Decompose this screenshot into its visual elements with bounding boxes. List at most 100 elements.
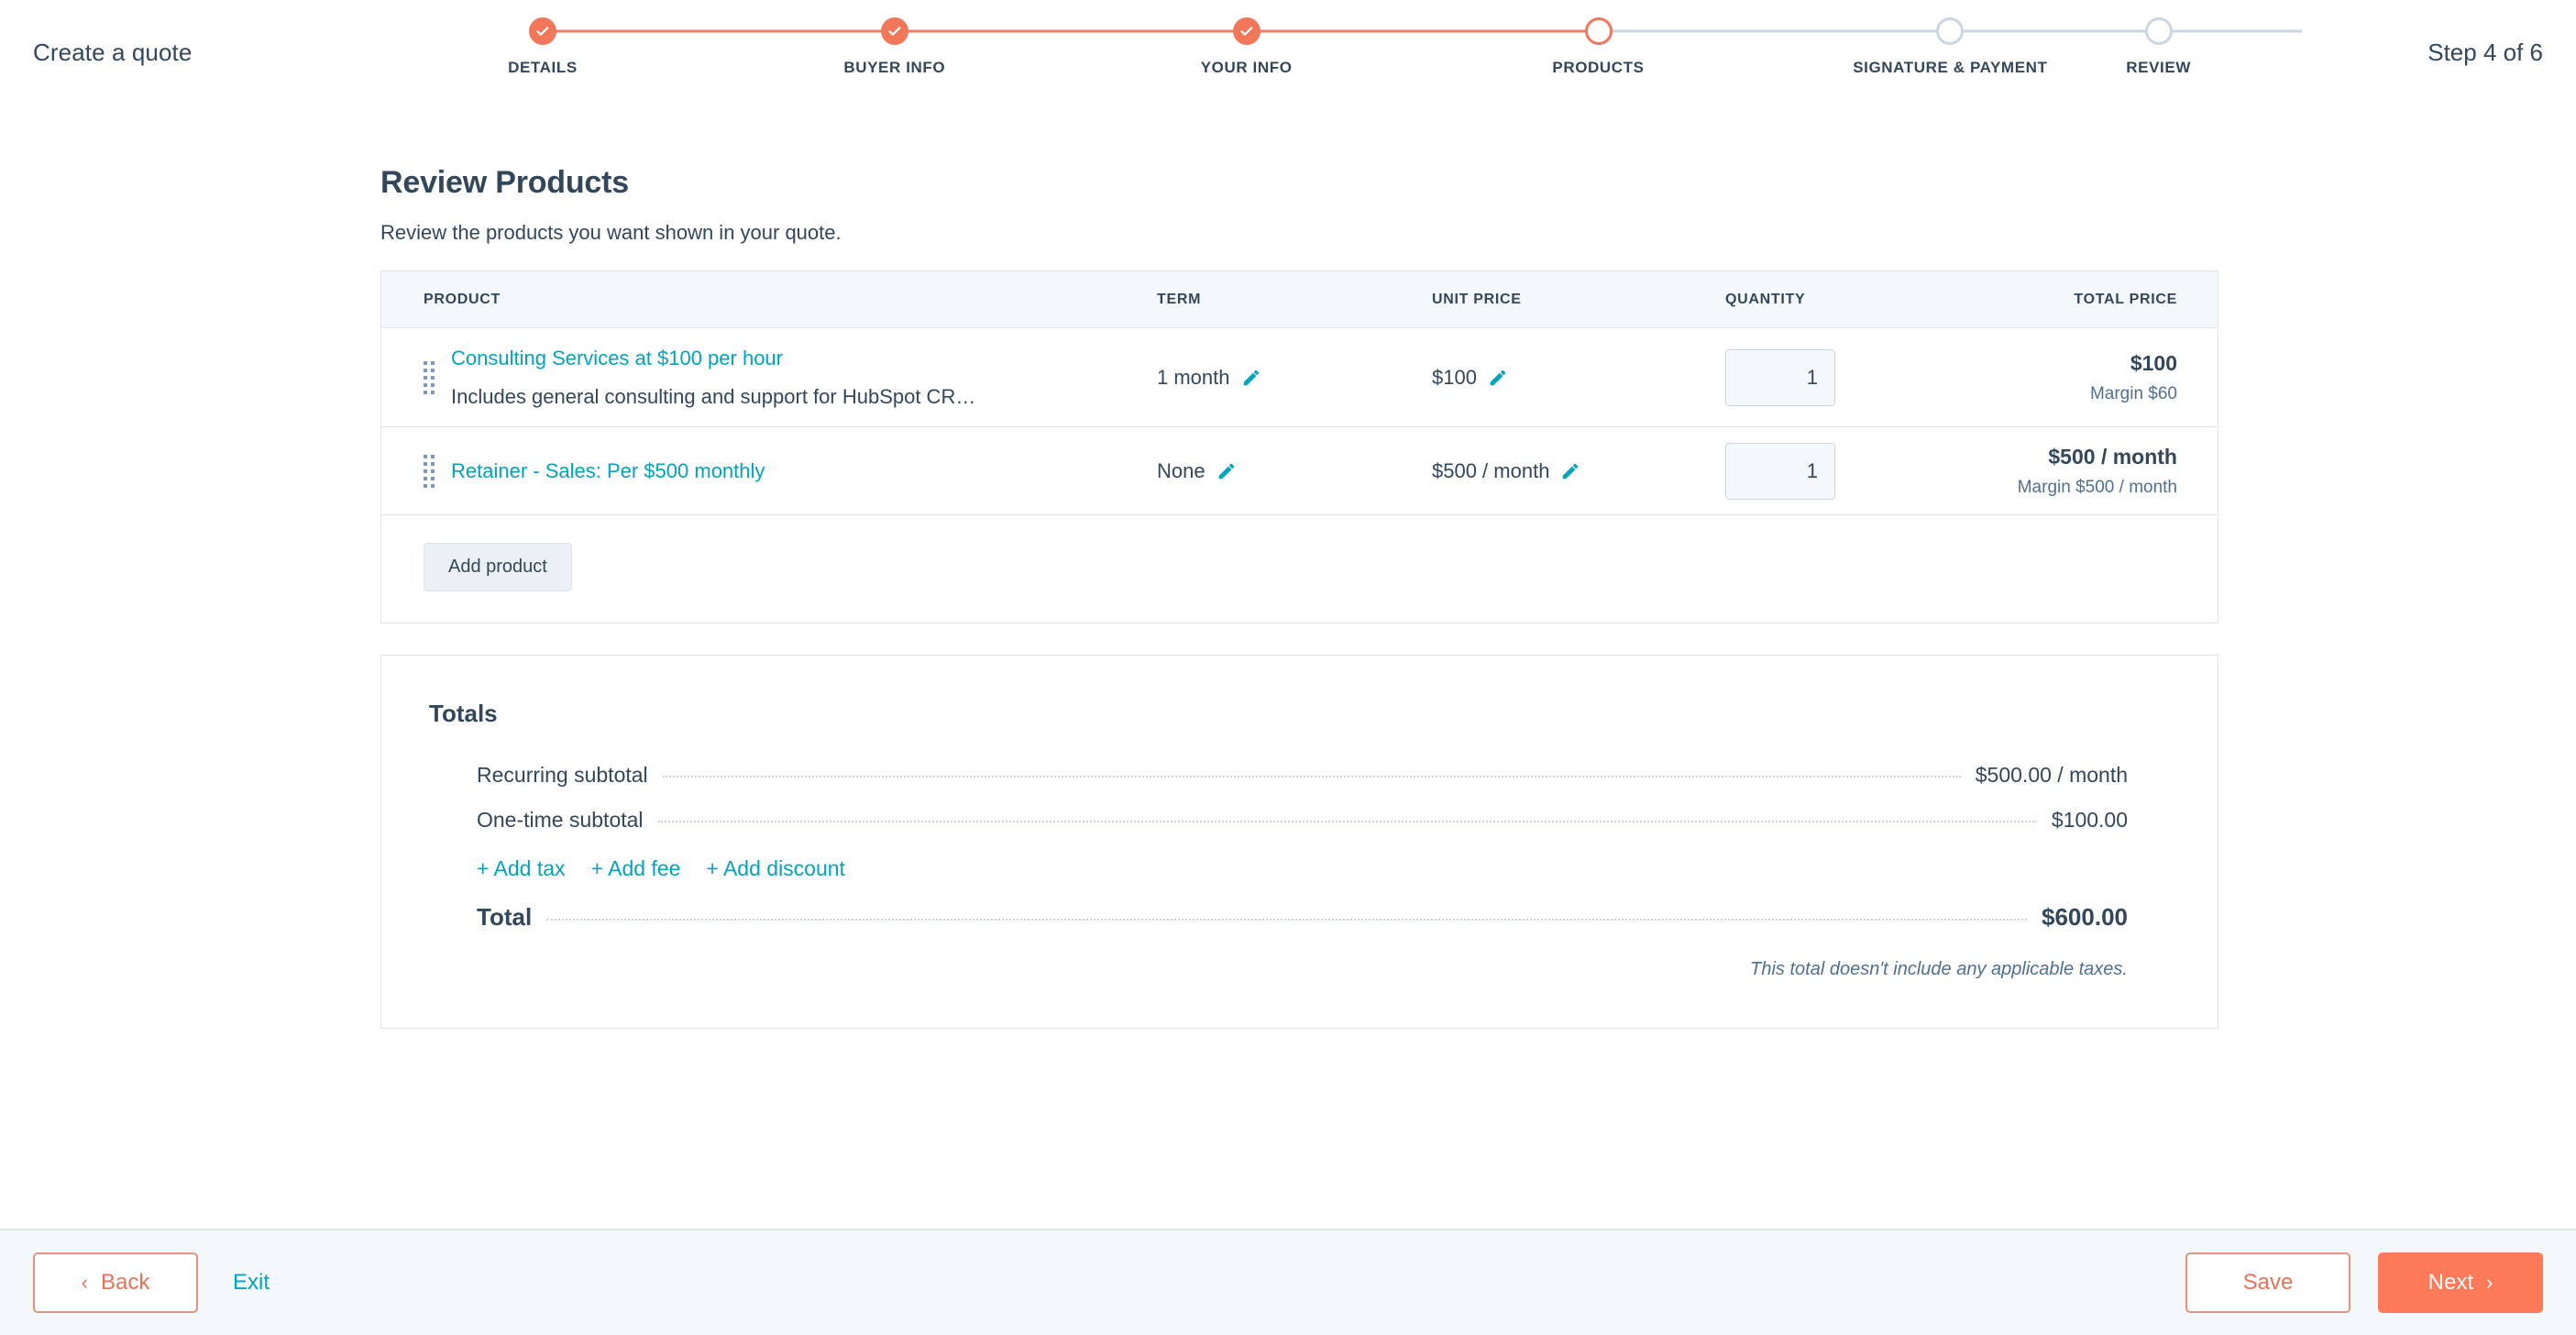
footer-action-bar: ‹ Back Exit Save Next › <box>0 1229 2576 1335</box>
stepper-label-review: REVIEW <box>2126 59 2191 76</box>
column-header-term: TERM <box>1157 291 1202 307</box>
stepper-step-your-info[interactable]: YOUR INFO <box>1071 17 1599 77</box>
stepper-dot-wrap-details <box>367 17 895 46</box>
product-term-value: 1 month <box>1157 365 1230 389</box>
column-header-unit-price: UNIT PRICE <box>1432 291 1522 307</box>
table-row: Consulting Services at $100 per hour Inc… <box>381 328 2218 427</box>
product-margin-value: Margin $500 / month <box>2017 477 2177 497</box>
circle-outline-icon <box>1584 17 1613 45</box>
totals-row-onetime-subtotal: One-time subtotal $100.00 <box>477 808 2128 833</box>
edit-pencil-icon[interactable] <box>1216 461 1237 481</box>
stepper-dot-wrap-review <box>2126 17 2191 46</box>
page-title: Review Products <box>380 165 629 200</box>
product-total-price-cell: $100 Margin $60 <box>1964 351 2177 404</box>
stepper-dot-wrap-your-info <box>1071 17 1599 46</box>
product-description: Includes general consulting and support … <box>451 384 976 408</box>
stepper-label-signature-payment: SIGNATURE & PAYMENT <box>1853 59 2048 76</box>
save-button-label: Save <box>2242 1270 2294 1295</box>
exit-link[interactable]: Exit <box>233 1270 270 1296</box>
stepper-dot-wrap-products <box>1423 17 1951 46</box>
check-icon <box>1232 17 1260 45</box>
table-row: Retainer - Sales: Per $500 monthly None … <box>381 427 2218 515</box>
main-content-area: Review Products Review the products you … <box>0 110 2576 1229</box>
stepper-step-review[interactable]: REVIEW <box>2126 17 2191 77</box>
stepper-dot-wrap-buyer-info <box>719 17 1247 46</box>
quantity-input[interactable] <box>1725 348 1835 406</box>
page-subtitle: Review the products you want shown in yo… <box>380 221 842 244</box>
recurring-subtotal-value: $500.00 / month <box>1975 763 2128 787</box>
check-icon <box>528 17 556 45</box>
drag-handle-icon[interactable] <box>424 454 435 488</box>
chevron-left-icon: ‹ <box>81 1271 88 1294</box>
products-table: PRODUCT TERM UNIT PRICE QUANTITY TOTAL P… <box>380 270 2218 623</box>
add-discount-link[interactable]: + Add discount <box>706 856 845 881</box>
leader-dots <box>657 821 2037 822</box>
product-unit-price-value: $100 <box>1432 365 1477 389</box>
totals-row-grand-total: Total $600.00 <box>477 903 2128 932</box>
chevron-right-icon: › <box>2486 1271 2493 1294</box>
progress-stepper: DETAILS BUYER INFO YOUR INFO PRODUCTS SI… <box>367 17 2303 77</box>
product-name-cell: Consulting Services at $100 per hour Inc… <box>424 346 1157 409</box>
products-table-header-row: PRODUCT TERM UNIT PRICE QUANTITY TOTAL P… <box>381 271 2218 328</box>
product-total-price-value: $100 <box>2130 350 2177 375</box>
product-unit-price-cell: $100 <box>1432 366 1725 390</box>
add-product-button[interactable]: Add product <box>424 543 572 591</box>
footer-left-group: ‹ Back Exit <box>33 1252 270 1313</box>
stepper-step-signature-payment[interactable]: SIGNATURE & PAYMENT <box>1774 17 2303 77</box>
stepper-step-buyer-info[interactable]: BUYER INFO <box>719 17 1247 77</box>
product-margin-value: Margin $60 <box>2089 383 2177 403</box>
onetime-subtotal-label: One-time subtotal <box>477 808 644 832</box>
edit-pencil-icon[interactable] <box>1488 368 1508 388</box>
back-button[interactable]: ‹ Back <box>33 1252 198 1313</box>
drag-handle-icon[interactable] <box>424 360 435 394</box>
stepper-step-details[interactable]: DETAILS <box>367 17 895 77</box>
edit-pencil-icon[interactable] <box>1241 368 1261 388</box>
quantity-input[interactable] <box>1725 442 1835 500</box>
totals-title: Totals <box>429 700 498 727</box>
totals-card: Totals Recurring subtotal $500.00 / mont… <box>380 655 2218 1029</box>
page-header-title: Create a quote <box>33 39 193 66</box>
product-name-link[interactable]: Retainer - Sales: Per $500 monthly <box>451 458 1157 484</box>
column-header-quantity: QUANTITY <box>1725 291 1806 307</box>
step-counter: Step 4 of 6 <box>2427 39 2543 66</box>
product-name-link[interactable]: Consulting Services at $100 per hour <box>451 346 1157 371</box>
circle-outline-icon <box>1936 17 1965 45</box>
leader-dots <box>546 919 2028 921</box>
footer-right-group: Save Next › <box>2185 1252 2543 1313</box>
back-button-label: Back <box>100 1270 150 1295</box>
next-button-label: Next <box>2427 1270 2474 1295</box>
circle-outline-icon <box>2144 17 2173 45</box>
totals-row-recurring-subtotal: Recurring subtotal $500.00 / month <box>477 763 2128 788</box>
column-header-product: PRODUCT <box>424 291 501 307</box>
totals-adjustment-links: + Add tax + Add fee + Add discount <box>477 856 2128 881</box>
stepper-step-products[interactable]: PRODUCTS <box>1423 17 1951 77</box>
tax-disclaimer-note: This total doesn't include any applicabl… <box>1750 959 2128 979</box>
add-tax-link[interactable]: + Add tax <box>477 856 566 881</box>
add-fee-link[interactable]: + Add fee <box>591 856 681 881</box>
stepper-label-buyer-info: BUYER INFO <box>843 59 946 76</box>
product-term-value: None <box>1157 458 1205 482</box>
grand-total-label: Total <box>477 903 533 931</box>
stepper-label-your-info: YOUR INFO <box>1200 59 1293 76</box>
recurring-subtotal-label: Recurring subtotal <box>477 763 648 787</box>
product-unit-price-cell: $500 / month <box>1432 459 1725 483</box>
product-name-cell: Retainer - Sales: Per $500 monthly <box>424 454 1157 488</box>
next-button[interactable]: Next › <box>2378 1252 2543 1313</box>
edit-pencil-icon[interactable] <box>1560 461 1580 481</box>
onetime-subtotal-value: $100.00 <box>2051 808 2128 832</box>
product-unit-price-value: $500 / month <box>1432 458 1550 482</box>
column-header-total-price: TOTAL PRICE <box>2074 291 2177 307</box>
product-term-cell: 1 month <box>1157 366 1432 390</box>
grand-total-value: $600.00 <box>2042 903 2128 931</box>
product-total-price-cell: $500 / month Margin $500 / month <box>1964 445 2177 498</box>
product-quantity-cell <box>1725 348 1964 406</box>
stepper-dot-wrap-signature-payment <box>1774 17 2303 46</box>
leader-dots <box>662 776 1961 778</box>
product-total-price-value: $500 / month <box>2048 444 2177 469</box>
save-button[interactable]: Save <box>2185 1252 2350 1313</box>
content-column: Review Products Review the products you … <box>380 165 2218 1029</box>
products-table-footer: Add product <box>381 515 2218 623</box>
top-header-bar: Create a quote DETAILS BUYER INFO YOUR I… <box>0 0 2576 110</box>
product-term-cell: None <box>1157 459 1432 483</box>
product-quantity-cell <box>1725 442 1964 500</box>
